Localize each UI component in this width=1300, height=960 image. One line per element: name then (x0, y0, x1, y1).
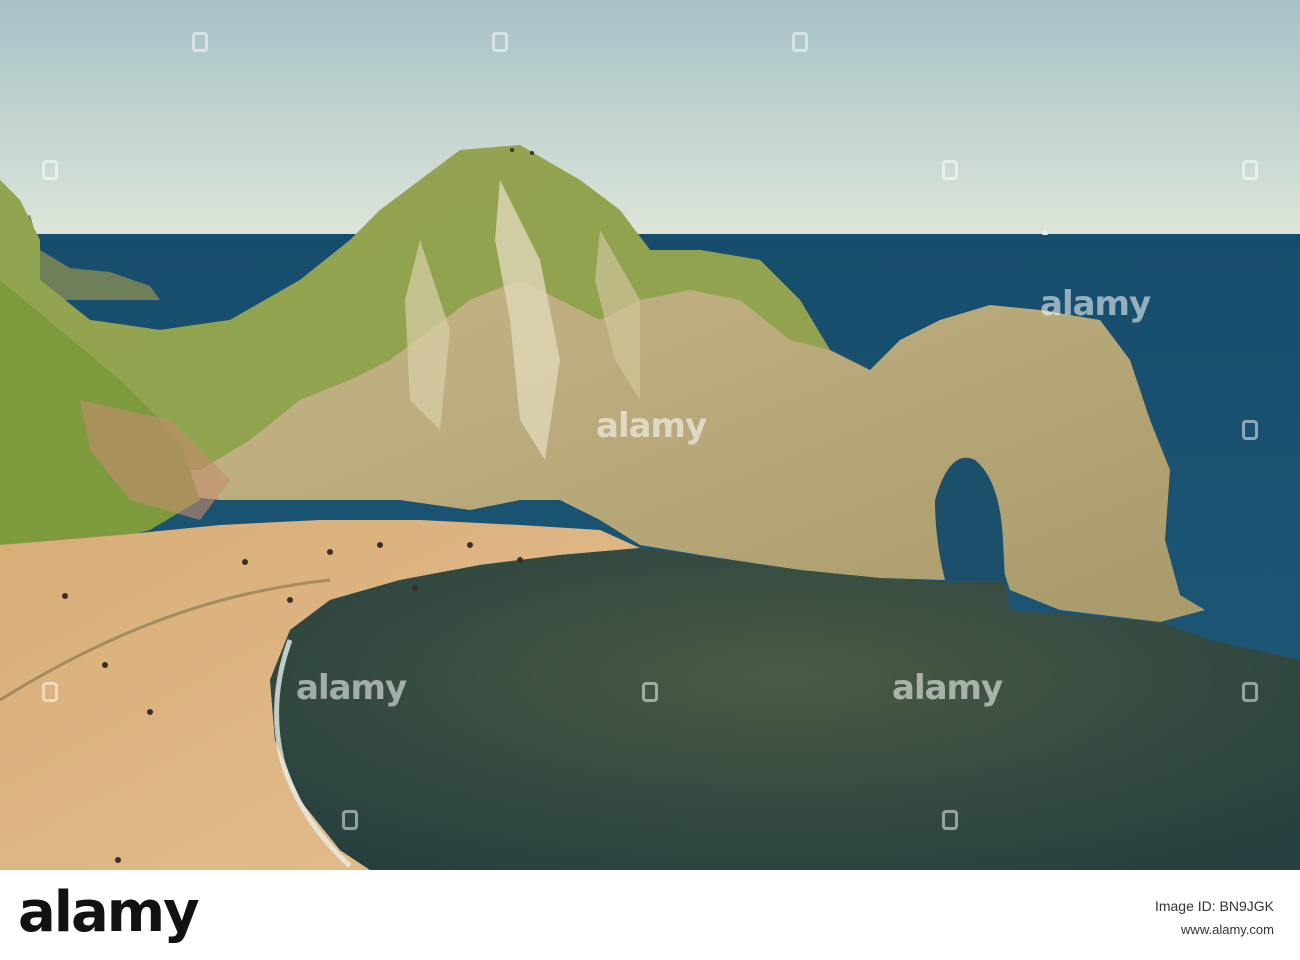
photo: alamy alamy alamy alamy (0, 0, 1300, 870)
person-marker (62, 593, 68, 599)
person-marker (510, 148, 514, 152)
person-marker (242, 559, 248, 565)
footer-bar: alamy Image ID: BN9JGK www.alamy.com (0, 870, 1300, 960)
site-url: www.alamy.com (1181, 922, 1274, 937)
watermark-mark (942, 160, 958, 180)
person-marker (147, 709, 153, 715)
person-marker (412, 585, 418, 591)
person-marker (102, 662, 108, 668)
watermark-text: alamy (892, 668, 1003, 708)
alamy-logo: alamy (18, 880, 200, 945)
person-marker (517, 557, 523, 563)
watermark-mark (792, 32, 808, 52)
watermark-mark (1242, 682, 1258, 702)
person-marker (287, 597, 293, 603)
person-marker (377, 542, 383, 548)
person-marker (327, 549, 333, 555)
person-marker (115, 857, 121, 863)
watermark-mark (42, 160, 58, 180)
image-id: Image ID: BN9JGK (1154, 898, 1274, 914)
watermark-text: alamy (296, 668, 407, 708)
watermark-mark (942, 810, 958, 830)
person-marker (530, 151, 534, 155)
watermark-mark (1242, 160, 1258, 180)
watermark-mark (642, 682, 658, 702)
watermark-mark (42, 682, 58, 702)
watermark-text: alamy (596, 406, 707, 446)
watermark-mark (1242, 420, 1258, 440)
person-marker (467, 542, 473, 548)
watermark-text: alamy (1040, 284, 1151, 324)
watermark-mark (492, 32, 508, 52)
watermark-mark (342, 810, 358, 830)
watermark-mark (192, 32, 208, 52)
